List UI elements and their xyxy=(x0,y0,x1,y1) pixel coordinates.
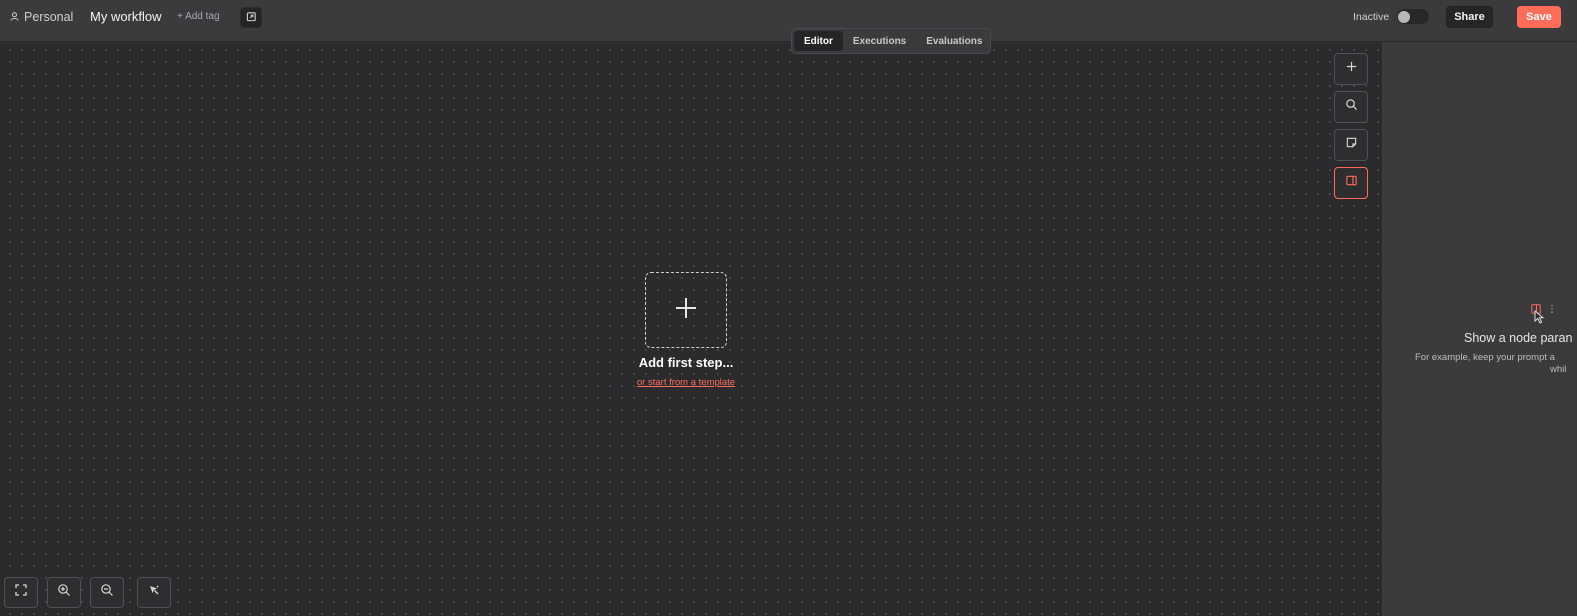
breadcrumb-personal[interactable]: Personal xyxy=(10,9,73,25)
app-root: Personal My workflow + Add tag Inactive … xyxy=(0,0,1577,616)
node-parameters-panel: ⋮ Show a node paran For example, keep yo… xyxy=(1381,42,1577,616)
template-link[interactable]: or start from a template xyxy=(586,377,786,388)
top-bar: Personal My workflow + Add tag Inactive … xyxy=(0,0,1577,42)
more-options-icon: ⋮ xyxy=(1547,304,1557,315)
toggle-knob xyxy=(1398,10,1410,23)
sticky-note-icon xyxy=(1345,136,1358,154)
fit-view-button[interactable] xyxy=(4,577,38,608)
save-button[interactable]: Save xyxy=(1517,6,1561,28)
canvas-right-toolbar xyxy=(1334,53,1368,205)
view-tabs: Editor Executions Evaluations xyxy=(791,28,991,54)
add-first-step-label[interactable]: Add first step... xyxy=(586,355,786,370)
tidy-up-icon xyxy=(147,583,161,602)
panel-empty-title: Show a node paran xyxy=(1464,331,1573,345)
share-button[interactable]: Share xyxy=(1446,6,1493,28)
zoom-in-icon xyxy=(57,583,71,602)
workflow-canvas[interactable]: Add first step... or start from a templa… xyxy=(0,42,1381,616)
zoom-out-icon xyxy=(100,583,114,602)
plus-icon xyxy=(1345,60,1358,78)
workflow-name[interactable]: My workflow xyxy=(90,9,162,24)
search-icon xyxy=(1345,98,1358,116)
search-nodes-button[interactable] xyxy=(1334,91,1368,123)
add-sticky-button[interactable] xyxy=(1334,129,1368,161)
breadcrumb-label: Personal xyxy=(24,10,74,24)
pointer-cursor-icon xyxy=(1534,309,1546,329)
zoom-in-button[interactable] xyxy=(47,577,81,608)
panel-empty-description-cont: whil xyxy=(1550,364,1567,375)
tidy-up-button[interactable] xyxy=(137,577,171,608)
fit-view-icon xyxy=(14,583,28,602)
add-node-button[interactable] xyxy=(1334,53,1368,85)
archive-button[interactable] xyxy=(240,7,262,28)
active-toggle[interactable] xyxy=(1397,9,1429,24)
canvas-bottom-toolbar xyxy=(4,577,171,608)
user-icon xyxy=(10,10,19,24)
status-label: Inactive xyxy=(1353,11,1390,23)
tab-executions[interactable]: Executions xyxy=(843,31,916,51)
plus-icon xyxy=(674,296,698,325)
zoom-out-button[interactable] xyxy=(90,577,124,608)
panel-empty-description: For example, keep your prompt a xyxy=(1415,352,1555,363)
tab-evaluations[interactable]: Evaluations xyxy=(916,31,992,51)
tab-editor[interactable]: Editor xyxy=(794,31,843,51)
add-tag-button[interactable]: + Add tag xyxy=(177,11,220,22)
toggle-panel-button[interactable] xyxy=(1334,167,1368,199)
archive-icon xyxy=(246,9,257,27)
panel-toggle-icon xyxy=(1345,174,1358,192)
add-first-step-button[interactable] xyxy=(645,272,727,348)
